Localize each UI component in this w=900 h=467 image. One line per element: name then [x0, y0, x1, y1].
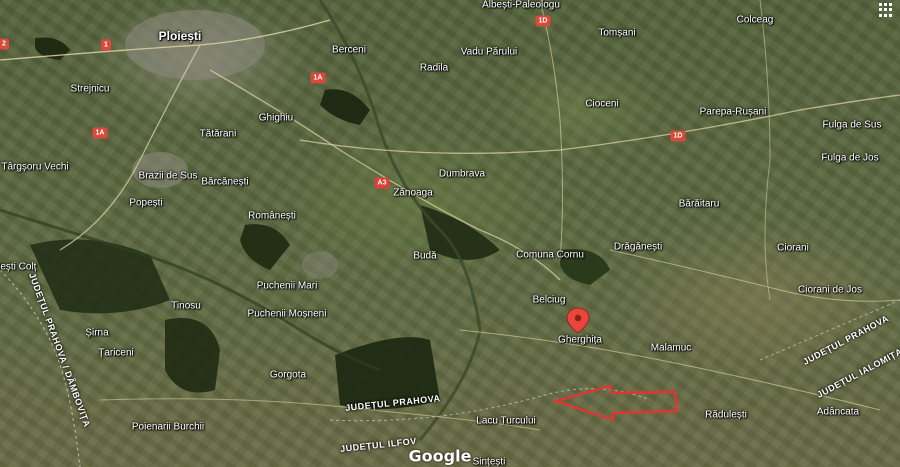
place-label: Ghighiu [258, 112, 294, 124]
place-label: Șirna [85, 327, 109, 339]
place-label: Poienarii Burchii [131, 421, 205, 433]
place-label: Gherghița [558, 334, 602, 346]
urban-area [302, 251, 338, 279]
place-label: Puchenii Moșneni [247, 308, 327, 320]
place-label: Sințești [472, 456, 506, 467]
road-shield: 1D [670, 130, 686, 142]
place-label: Zănoaga [393, 187, 433, 199]
place-label: Popești [129, 197, 163, 209]
place-label: Târgșoru Vechi [1, 161, 69, 173]
place-label: Fulga de Sus [822, 119, 882, 131]
place-label: Tătărani [199, 128, 237, 140]
place-label: Cioceni [585, 98, 619, 110]
place-label: Fulga de Jos [821, 152, 879, 164]
place-label: Rădulești [705, 409, 747, 421]
forest-patch [165, 318, 220, 393]
place-label: Bărăitaru [678, 198, 720, 210]
place-label: Colceag [736, 14, 774, 26]
place-label: Tinosu [171, 300, 201, 312]
place-label: Comuna Cornu [516, 249, 584, 261]
road-shield: 1D [535, 15, 551, 27]
terrain-layer [0, 0, 900, 467]
place-label: Parepa-Rușani [699, 106, 767, 118]
place-label: Berceni [332, 44, 366, 56]
road-shield: 1 [101, 39, 111, 51]
place-label: Dumbrava [438, 168, 486, 180]
forest-patch [320, 89, 370, 125]
place-label: Strejnicu [70, 83, 110, 95]
satellite-map[interactable]: Ploiești Albești-Paleologu Colceag Tomșa… [0, 0, 900, 467]
forest-patch [30, 239, 170, 314]
road [759, 0, 771, 301]
place-label: Iești Colț [0, 261, 37, 273]
road-shield: 1A [92, 127, 108, 139]
google-logo: Google [408, 446, 472, 466]
place-label: Adâncata [816, 406, 860, 418]
place-label: Bărcănești [201, 176, 249, 188]
place-label: Țariceni [98, 347, 134, 359]
place-label: Românești [248, 210, 296, 222]
place-label: Belciug [532, 294, 566, 306]
place-label: Drăgănești [613, 241, 663, 253]
place-label: Puchenii Mari [256, 280, 318, 292]
forest-patch [240, 224, 290, 270]
place-label: Ciorani [777, 242, 809, 254]
road-shield: A3 [374, 177, 390, 189]
place-label: Ciorani de Jos [798, 284, 862, 296]
place-label: Brazii de Sus [138, 170, 198, 182]
place-label: Radila [419, 62, 449, 74]
road-shield: 2 [0, 38, 9, 50]
road [539, 0, 563, 261]
place-label: Albești-Paleologu [482, 0, 560, 11]
place-label: Malamuc [650, 342, 692, 354]
road-shield: 1A [310, 72, 326, 84]
place-label: Tomșani [598, 27, 636, 39]
place-label: Gorgota [269, 369, 307, 381]
place-label: Vadu Părului [460, 46, 518, 58]
apps-grid-icon[interactable] [878, 2, 894, 18]
place-label: Budă [413, 250, 437, 262]
place-label: Lacu Turcului [476, 415, 536, 427]
city-label: Ploiești [158, 29, 202, 43]
